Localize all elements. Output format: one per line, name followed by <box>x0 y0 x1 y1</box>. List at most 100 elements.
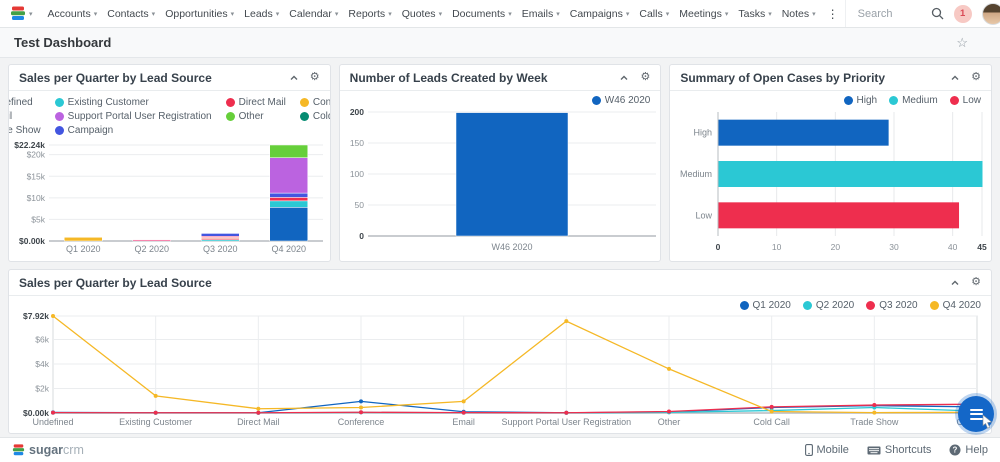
nav-item-emails[interactable]: Emails▾ <box>517 0 565 27</box>
nav-item-label: Calendar <box>289 8 332 20</box>
page-title: Test Dashboard <box>14 35 111 50</box>
svg-text:20: 20 <box>831 242 841 252</box>
top-navbar: ▾ Accounts▾Contacts▾Opportunities▾Leads▾… <box>0 0 1000 28</box>
legend-dot-icon <box>844 96 853 105</box>
legend-item[interactable]: Direct Mail <box>226 97 286 108</box>
nav-item-documents[interactable]: Documents▾ <box>447 0 517 27</box>
legend-label: Conference <box>313 97 331 108</box>
legend-item[interactable]: Q2 2020 <box>803 300 854 311</box>
svg-text:$5k: $5k <box>31 214 45 224</box>
legend-label: High <box>857 95 878 106</box>
nav-item-leads[interactable]: Leads▾ <box>239 0 284 27</box>
search-icon[interactable] <box>926 0 949 27</box>
collapse-chevron-icon[interactable] <box>289 73 299 83</box>
legend-item[interactable]: Medium <box>889 95 938 106</box>
svg-text:Q2 2020: Q2 2020 <box>134 244 169 254</box>
legend-dot-icon <box>950 96 959 105</box>
svg-text:Undefined: Undefined <box>32 417 73 427</box>
nav-item-campaigns[interactable]: Campaigns▾ <box>565 0 635 27</box>
dashlet-header: Sales per Quarter by Lead Source ⚙ <box>9 270 991 296</box>
nav-item-label: Reports <box>348 8 385 20</box>
gear-icon[interactable]: ⚙ <box>640 72 650 83</box>
caret-down-icon: ▾ <box>388 10 392 18</box>
legend-item[interactable]: Q3 2020 <box>866 300 917 311</box>
nav-item-reports[interactable]: Reports▾ <box>343 0 396 27</box>
nav-item-label: Opportunities <box>165 8 227 20</box>
nav-item-label: Contacts <box>107 8 148 20</box>
svg-text:$6k: $6k <box>35 335 49 345</box>
legend-dot-icon <box>300 98 309 107</box>
collapse-chevron-icon[interactable] <box>950 278 960 288</box>
mouse-cursor <box>982 415 994 429</box>
legend-item[interactable]: Existing Customer <box>55 97 212 108</box>
gear-icon[interactable]: ⚙ <box>971 277 981 288</box>
nav-item-meetings[interactable]: Meetings▾ <box>674 0 733 27</box>
svg-text:Other: Other <box>658 417 681 427</box>
sidebar-drawer-fab[interactable] <box>958 396 994 432</box>
dashboard-title-bar: Test Dashboard ☆ <box>0 28 1000 58</box>
nav-item-tasks[interactable]: Tasks▾ <box>733 0 776 27</box>
legend-item[interactable]: High <box>844 95 878 106</box>
notification-badge: 1 <box>954 5 972 23</box>
sugarcrm-cube-icon <box>12 444 25 456</box>
footer-help-link[interactable]: ? Help <box>949 444 988 456</box>
favorite-star-icon[interactable]: ☆ <box>956 35 986 51</box>
nav-item-contacts[interactable]: Contacts ▾ <box>102 0 160 27</box>
legend-dot-icon <box>740 301 749 310</box>
legend-item[interactable]: Cold Call <box>300 111 331 122</box>
legend-item[interactable]: Low <box>950 95 981 106</box>
legend-item[interactable]: Undefined <box>8 97 41 108</box>
legend-item[interactable]: Conference <box>300 97 331 108</box>
svg-text:Conference: Conference <box>338 417 385 427</box>
nav-right-cluster: 1 ▾ + <box>845 0 1000 27</box>
more-modules-icon[interactable]: ⋮ <box>821 7 845 21</box>
search-input[interactable] <box>856 7 926 21</box>
legend-label: Undefined <box>8 97 33 108</box>
nav-item-opportunities[interactable]: Opportunities▾ <box>160 0 239 27</box>
dashlet-title: Sales per Quarter by Lead Source <box>19 276 212 290</box>
legend-item[interactable]: Q4 2020 <box>930 300 981 311</box>
nav-item-accounts[interactable]: Accounts▾ <box>43 0 103 27</box>
svg-text:Q3 2020: Q3 2020 <box>203 244 238 254</box>
legend-label: Q1 2020 <box>753 300 791 311</box>
footer-mobile-link[interactable]: Mobile <box>805 444 849 456</box>
svg-text:$2k: $2k <box>35 384 49 394</box>
svg-text:Q4 2020: Q4 2020 <box>271 244 306 254</box>
svg-text:$15k: $15k <box>27 171 46 181</box>
legend-item[interactable]: Campaign <box>55 125 212 136</box>
svg-text:40: 40 <box>948 242 958 252</box>
stacked-bar-chart: $22.24k$20k$15k$10k$5k$0.00kQ1 2020Q2 20… <box>9 139 331 257</box>
nav-item-notes[interactable]: Notes▾ <box>777 0 821 27</box>
footer-shortcuts-link[interactable]: Shortcuts <box>867 444 931 456</box>
legend-item[interactable]: Q1 2020 <box>740 300 791 311</box>
gear-icon[interactable]: ⚙ <box>971 72 981 83</box>
legend-label: Trade Show <box>8 125 41 136</box>
user-avatar <box>982 3 1000 25</box>
brand-light: crm <box>63 443 84 457</box>
nav-item-quotes[interactable]: Quotes▾ <box>397 0 447 27</box>
legend-label: Direct Mail <box>239 97 286 108</box>
collapse-chevron-icon[interactable] <box>950 73 960 83</box>
footer-help-label: Help <box>965 444 988 456</box>
svg-text:Medium: Medium <box>680 169 712 179</box>
app-logo-menu[interactable]: ▾ <box>8 6 43 21</box>
nav-item-calls[interactable]: Calls▾ <box>634 0 674 27</box>
nav-item-label: Quotes <box>402 8 436 20</box>
collapse-chevron-icon[interactable] <box>619 73 629 83</box>
gear-icon[interactable]: ⚙ <box>310 72 320 83</box>
svg-text:Cold Call: Cold Call <box>753 417 790 427</box>
legend-item[interactable]: Trade Show <box>8 125 41 136</box>
nav-item-calendar[interactable]: Calendar▾ <box>284 0 343 27</box>
legend-item[interactable]: Support Portal User Registration <box>55 111 212 122</box>
legend-item[interactable]: W46 2020 <box>592 95 651 106</box>
legend-item[interactable]: Other <box>226 111 286 122</box>
caret-down-icon: ▾ <box>152 10 156 18</box>
profile-menu[interactable]: ▾ <box>977 0 1000 27</box>
horizontal-bar-chart: 01020304045HighMediumLow <box>670 106 992 256</box>
dashlet-open-cases-by-priority: Summary of Open Cases by Priority ⚙ High… <box>669 64 992 262</box>
legend-item[interactable]: Email <box>8 111 41 122</box>
notifications-button[interactable]: 1 <box>949 0 977 27</box>
chart-legend: Q1 2020 Q2 2020 Q3 2020 Q4 2020 <box>9 296 991 311</box>
svg-text:$0.00k: $0.00k <box>19 236 45 246</box>
legend-dot-icon <box>803 301 812 310</box>
